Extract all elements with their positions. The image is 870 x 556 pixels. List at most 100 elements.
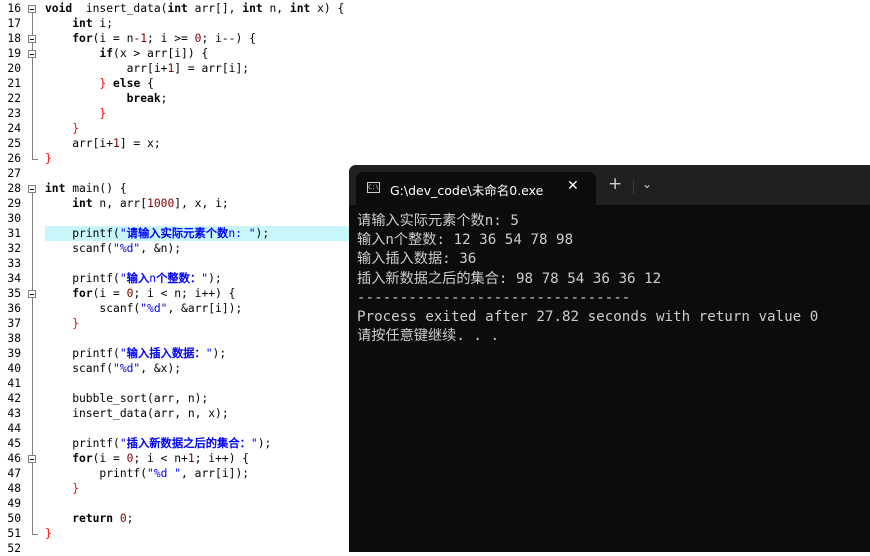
- code-token: for: [72, 287, 93, 300]
- code-line[interactable]: 23 }: [0, 106, 870, 121]
- line-number: 36: [7, 302, 21, 315]
- code-token: printf(: [45, 272, 120, 285]
- code-line[interactable]: 17 int i;: [0, 16, 870, 31]
- fold-guide: [32, 106, 33, 121]
- console-line: 请按任意键继续. . .: [357, 328, 500, 345]
- line-number: 29: [7, 197, 21, 210]
- fold-collapse-icon[interactable]: [28, 5, 36, 13]
- code-token: ; i >=: [147, 32, 195, 45]
- console-line: 插入新数据之后的集合: 98 78 54 36 36 12: [357, 270, 662, 287]
- line-number: 23: [7, 107, 21, 120]
- code-token: int: [242, 2, 263, 15]
- fold-guide: [32, 526, 33, 534]
- line-number: 25: [7, 137, 21, 150]
- line-number: 37: [7, 317, 21, 330]
- code-token: printf(: [45, 437, 120, 450]
- fold-collapse-icon[interactable]: [28, 455, 36, 463]
- code-line[interactable]: 26}: [0, 151, 870, 166]
- fold-end-marker: [32, 534, 38, 535]
- fold-collapse-icon[interactable]: [28, 185, 36, 193]
- terminal-tab[interactable]: C:\ G:\dev_code\未命名0.exe ✕: [356, 172, 596, 205]
- code-token: insert_data(arr, n, x);: [45, 407, 229, 420]
- code-token: }: [72, 317, 80, 330]
- code-token: ": [205, 347, 213, 360]
- code-token: ": [119, 227, 127, 240]
- code-token: scanf(: [45, 362, 114, 375]
- fold-collapse-icon[interactable]: [28, 290, 36, 298]
- terminal-tab-bar: C:\ G:\dev_code\未命名0.exe ✕ + ⌄: [349, 165, 870, 205]
- line-number: 20: [7, 62, 21, 75]
- code-token: "%d": [113, 362, 141, 375]
- code-token: n: ": [228, 227, 256, 240]
- code-line[interactable]: 21 } else {: [0, 76, 870, 91]
- fold-guide: [32, 391, 33, 406]
- line-number: 47: [7, 467, 21, 480]
- code-token: arr[i+: [45, 137, 114, 150]
- code-token: );: [212, 347, 227, 360]
- fold-guide: [32, 421, 33, 436]
- console-output: 请输入实际元素个数n: 5 输入n个整数: 12 36 54 78 98 输入插…: [357, 212, 870, 346]
- fold-guide: [32, 241, 33, 256]
- code-line[interactable]: 19 if(x > arr[i]) {: [0, 46, 870, 61]
- line-number: 41: [7, 377, 21, 390]
- code-token: (i =: [92, 287, 127, 300]
- line-number: 24: [7, 122, 21, 135]
- code-token: i;: [92, 17, 114, 30]
- fold-guide: [32, 196, 33, 211]
- fold-guide: [32, 301, 33, 316]
- close-icon[interactable]: ✕: [567, 178, 579, 194]
- fold-collapse-icon[interactable]: [28, 50, 36, 58]
- line-number: 34: [7, 272, 21, 285]
- console-line: Process exited after 27.82 seconds with …: [357, 308, 819, 325]
- code-token: {: [140, 77, 154, 90]
- code-line[interactable]: 20 arr[i+1] = arr[i];: [0, 61, 870, 76]
- code-token: 1000: [147, 197, 175, 210]
- line-number: 49: [7, 497, 21, 510]
- code-line[interactable]: 18 for(i = n-1; i >= 0; i--) {: [0, 31, 870, 46]
- line-number: 26: [7, 152, 21, 165]
- line-number: 35: [7, 287, 21, 300]
- console-window[interactable]: C:\ G:\dev_code\未命名0.exe ✕ + ⌄ 请输入实际元素个数…: [349, 165, 870, 552]
- code-text: }: [45, 121, 870, 136]
- new-tab-button[interactable]: +: [608, 176, 622, 193]
- code-text: }: [45, 151, 870, 166]
- line-number: 27: [7, 167, 21, 180]
- code-token: "%d ": [147, 467, 182, 480]
- line-number: 48: [7, 482, 21, 495]
- code-token: ; i--) {: [201, 32, 256, 45]
- code-text: }: [45, 106, 870, 121]
- fold-collapse-icon[interactable]: [28, 35, 36, 43]
- code-line[interactable]: 24 }: [0, 121, 870, 136]
- code-line[interactable]: 16 void insert_data(int arr[], int n, int…: [0, 1, 870, 16]
- code-token: 输入: [126, 272, 150, 285]
- code-token: ] = arr[i];: [174, 62, 250, 75]
- code-token: }: [72, 482, 80, 495]
- code-token: ; i < n+: [133, 452, 188, 465]
- code-text: arr[i+1] = x;: [45, 136, 870, 151]
- line-number: 18: [7, 32, 21, 45]
- fold-guide: [32, 226, 33, 241]
- line-number: 21: [7, 77, 21, 90]
- code-token: (x > arr[i]) {: [113, 47, 209, 60]
- code-line[interactable]: 22 break;: [0, 91, 870, 106]
- fold-guide: [32, 361, 33, 376]
- code-token: int: [72, 197, 93, 210]
- code-token: 输入插入数据：: [126, 347, 206, 360]
- code-text: for(i = n-1; i >= 0; i--) {: [45, 31, 870, 46]
- line-number: 22: [7, 92, 21, 105]
- fold-guide: [32, 46, 33, 50]
- code-token: scanf(: [45, 242, 114, 255]
- fold-guide: [32, 376, 33, 391]
- code-token: }: [72, 122, 80, 135]
- line-number: 51: [7, 527, 21, 540]
- chevron-down-icon[interactable]: ⌄: [642, 177, 652, 191]
- code-line[interactable]: 25 arr[i+1] = x;: [0, 136, 870, 151]
- code-text: break;: [45, 91, 870, 106]
